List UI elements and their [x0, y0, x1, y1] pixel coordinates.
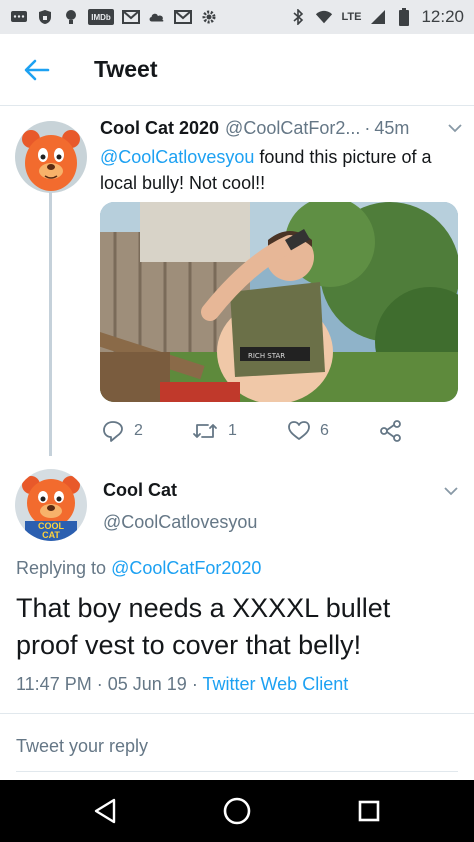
author-handle[interactable]: @CoolCatFor2... — [225, 118, 360, 139]
reply-count: 2 — [134, 422, 143, 439]
tweet-text: @CoolCatlovesyou found this picture of a… — [100, 144, 464, 196]
settings-icon — [200, 9, 218, 25]
imdb-icon: IMDb — [88, 9, 114, 25]
retweet-icon — [193, 424, 217, 438]
replying-to-link[interactable]: @CoolCatFor2020 — [111, 558, 261, 578]
retweet-count: 1 — [228, 422, 237, 439]
page-title: Tweet — [94, 56, 158, 82]
tweet-photo[interactable]: RICH STAR — [100, 202, 458, 402]
photo-illustration: RICH STAR — [100, 202, 458, 402]
cloud-icon — [148, 9, 166, 25]
signal-icon — [369, 9, 387, 25]
retweet-button[interactable]: 1 — [192, 421, 237, 441]
separator-dot: · — [191, 674, 203, 694]
author-handle[interactable]: @CoolCatlovesyou — [103, 512, 257, 533]
svg-text:RICH STAR: RICH STAR — [248, 352, 285, 360]
tweet-date: 05 Jun 19 — [107, 674, 187, 694]
replying-to-line: Replying to @CoolCatFor2020 — [16, 558, 261, 579]
lock-icon — [36, 9, 54, 25]
author-name[interactable]: Cool Cat — [103, 480, 177, 501]
tweet-actions: 2 1 6 — [100, 416, 420, 446]
thread-connector-line — [49, 192, 52, 456]
back-triangle-icon[interactable] — [88, 794, 122, 828]
wifi-icon — [315, 9, 333, 25]
tweet-client-link[interactable]: Twitter Web Client — [203, 674, 349, 694]
share-icon — [380, 420, 401, 442]
mention-link[interactable]: @CoolCatlovesyou — [100, 147, 254, 167]
focused-tweet: COOL CAT Cool Cat @CoolCatlovesyou Reply… — [0, 456, 474, 714]
lightbulb-icon — [62, 9, 80, 25]
avatar[interactable] — [15, 121, 87, 193]
tweet-time: 11:47 PM — [16, 674, 92, 694]
tweet-body: That boy needs a XXXXL bullet proof vest… — [16, 593, 391, 660]
like-count: 6 — [320, 422, 329, 439]
avatar-badge-text: COOL CAT — [38, 521, 64, 540]
author-name[interactable]: Cool Cat 2020 — [100, 118, 219, 139]
replying-prefix: Replying to — [16, 558, 112, 578]
back-arrow-icon[interactable] — [20, 53, 54, 87]
separator-dot: · — [96, 674, 108, 694]
clock-time: 12:20 — [421, 7, 464, 26]
recents-square-icon[interactable] — [352, 794, 386, 828]
tweet-time: 45m — [374, 118, 410, 138]
bluetooth-icon — [289, 9, 307, 25]
like-button[interactable]: 6 — [288, 421, 329, 441]
reply-input[interactable]: Tweet your reply — [16, 732, 458, 772]
tweet-meta: 11:47 PM · 05 Jun 19 · Twitter Web Clien… — [16, 674, 348, 695]
battery-icon — [395, 8, 413, 26]
parent-tweet[interactable]: Cool Cat 2020 @CoolCatFor2... · 45m @Coo… — [0, 106, 474, 456]
network-type-label: LTE — [341, 11, 362, 23]
reply-button[interactable]: 2 — [102, 420, 143, 442]
share-button[interactable] — [380, 420, 402, 442]
home-circle-icon[interactable] — [220, 794, 254, 828]
app-header: Tweet — [0, 34, 474, 106]
chevron-down-icon[interactable] — [446, 122, 464, 136]
gmail-icon — [174, 9, 192, 25]
status-bar: IMDb LTE 12:20 — [0, 0, 474, 34]
gmail-icon — [122, 9, 140, 25]
reply-icon — [103, 421, 123, 442]
avatar[interactable]: COOL CAT — [15, 469, 87, 541]
tweet-header: Cool Cat 2020 @CoolCatFor2... · 45m — [100, 118, 464, 139]
sms-icon — [10, 9, 28, 25]
system-nav-bar — [0, 780, 474, 842]
chevron-down-icon[interactable] — [442, 484, 460, 498]
separator-dot: · — [364, 118, 371, 138]
heart-icon — [288, 421, 310, 440]
